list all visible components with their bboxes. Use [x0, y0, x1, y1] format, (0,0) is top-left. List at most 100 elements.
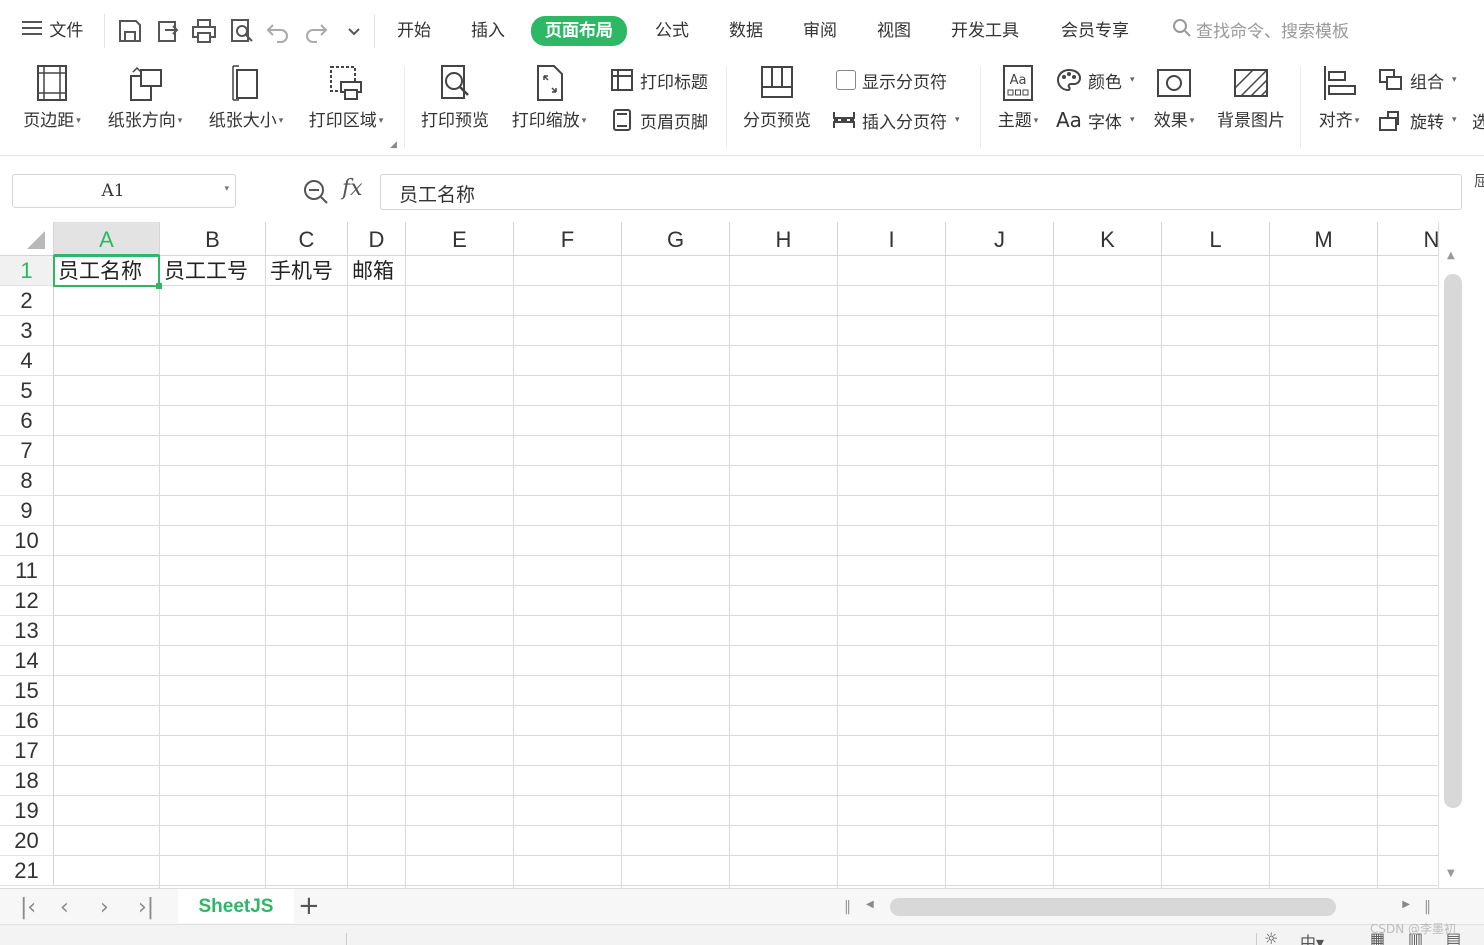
tab-formulas[interactable]: 公式	[655, 18, 689, 44]
paper-size-button[interactable]: 纸张大小 ▾	[202, 64, 290, 131]
insert-page-break-button[interactable]: 插入分页符 ▾	[832, 106, 960, 134]
header-footer-button[interactable]: 页眉页脚	[610, 106, 708, 134]
tab-view[interactable]: 视图	[877, 18, 911, 44]
file-menu-button[interactable]: 文件	[22, 18, 83, 44]
column-header-m[interactable]: M	[1270, 222, 1378, 256]
rotate-button[interactable]: 旋转 ▾	[1378, 106, 1457, 134]
next-sheet-icon[interactable]: ›	[100, 895, 109, 920]
save-icon[interactable]	[116, 17, 144, 45]
row-header-15[interactable]: 15	[0, 676, 54, 706]
row-header-14[interactable]: 14	[0, 646, 54, 676]
row-header-7[interactable]: 7	[0, 436, 54, 466]
undo-icon[interactable]	[264, 17, 292, 45]
split-handle-icon[interactable]: ‖	[1424, 899, 1431, 915]
row-header-8[interactable]: 8	[0, 466, 54, 496]
redo-icon[interactable]	[302, 17, 330, 45]
scroll-down-icon[interactable]: ▼	[1447, 868, 1455, 879]
split-handle-icon[interactable]: ‖	[844, 899, 851, 915]
print-preview-button[interactable]: 打印预览	[418, 64, 492, 131]
print-preview-icon[interactable]	[228, 17, 256, 45]
vertical-scrollbar[interactable]: ▲ ▼	[1438, 222, 1466, 888]
fill-handle[interactable]	[156, 283, 162, 289]
cell-b1[interactable]: 员工工号	[160, 256, 266, 286]
zoom-icon[interactable]	[302, 178, 330, 206]
quick-access-dropdown-icon[interactable]	[340, 17, 368, 45]
show-page-breaks-checkbox[interactable]: 显示分页符	[836, 66, 947, 94]
selection-pane-button-partial[interactable]: 选	[1472, 106, 1484, 134]
column-header-n[interactable]: N	[1378, 222, 1438, 256]
side-panel-tab-partial[interactable]: 屈	[1474, 170, 1484, 191]
column-header-d[interactable]: D	[348, 222, 406, 256]
tab-review[interactable]: 审阅	[803, 18, 837, 44]
row-header-16[interactable]: 16	[0, 706, 54, 736]
tab-developer[interactable]: 开发工具	[951, 18, 1019, 44]
row-header-13[interactable]: 13	[0, 616, 54, 646]
export-icon[interactable]	[154, 17, 182, 45]
page-setup-launcher-icon[interactable]: ◢	[390, 140, 397, 150]
horizontal-scroll-thumb[interactable]	[890, 898, 1336, 916]
theme-button[interactable]: Aa 主题 ▾	[990, 64, 1046, 131]
scroll-right-icon[interactable]: ▶	[1402, 899, 1410, 910]
column-header-k[interactable]: K	[1054, 222, 1162, 256]
row-header-5[interactable]: 5	[0, 376, 54, 406]
column-header-a[interactable]: A	[54, 222, 160, 256]
row-header-3[interactable]: 3	[0, 316, 54, 346]
print-scale-button[interactable]: 打印缩放 ▾	[505, 64, 593, 131]
row-header-12[interactable]: 12	[0, 586, 54, 616]
input-method-icon[interactable]: 中▾	[1300, 929, 1324, 945]
row-header-6[interactable]: 6	[0, 406, 54, 436]
colors-button[interactable]: 颜色 ▾	[1056, 66, 1135, 94]
row-header-20[interactable]: 20	[0, 826, 54, 856]
last-sheet-icon[interactable]: ›|	[138, 895, 154, 920]
tab-member[interactable]: 会员专享	[1061, 18, 1129, 44]
row-header-10[interactable]: 10	[0, 526, 54, 556]
row-header-18[interactable]: 18	[0, 766, 54, 796]
spreadsheet-grid[interactable]: A B C D E F G H I J K L M N 1 2 3 4 5 6 7 8 9 10 11 12 13 14 15 16 17 1…	[0, 222, 1438, 888]
print-area-button[interactable]: 打印区域 ▾	[302, 64, 390, 131]
row-header-4[interactable]: 4	[0, 346, 54, 376]
column-header-e[interactable]: E	[406, 222, 514, 256]
eye-protection-icon[interactable]: ☼	[1264, 929, 1278, 945]
name-box[interactable]: A1 ▾	[12, 174, 236, 208]
scroll-up-icon[interactable]: ▲	[1447, 250, 1455, 261]
column-header-h[interactable]: H	[730, 222, 838, 256]
column-header-b[interactable]: B	[160, 222, 266, 256]
column-header-l[interactable]: L	[1162, 222, 1270, 256]
vertical-scroll-thumb[interactable]	[1444, 274, 1462, 808]
fonts-button[interactable]: Aa 字体 ▾	[1056, 106, 1134, 134]
column-header-i[interactable]: I	[838, 222, 946, 256]
row-header-17[interactable]: 17	[0, 736, 54, 766]
column-header-f[interactable]: F	[514, 222, 622, 256]
row-header-9[interactable]: 9	[0, 496, 54, 526]
cell-c1[interactable]: 手机号	[266, 256, 348, 286]
tab-home[interactable]: 开始	[397, 18, 431, 44]
align-button[interactable]: 对齐 ▾	[1312, 64, 1366, 131]
orientation-button[interactable]: 纸张方向 ▾	[100, 64, 190, 131]
column-header-g[interactable]: G	[622, 222, 730, 256]
select-all-corner[interactable]	[0, 222, 54, 256]
tab-page-layout[interactable]: 页面布局	[531, 16, 627, 46]
row-header-2[interactable]: 2	[0, 286, 54, 316]
row-header-21[interactable]: 21	[0, 856, 54, 886]
row-header-1[interactable]: 1	[0, 256, 54, 286]
effects-button[interactable]: 效果 ▾	[1148, 64, 1200, 131]
command-search[interactable]: 查找命令、搜索模板	[1172, 18, 1349, 44]
column-header-j[interactable]: J	[946, 222, 1054, 256]
sheet-tab-sheetjs[interactable]: SheetJS	[178, 889, 294, 923]
tab-data[interactable]: 数据	[729, 18, 763, 44]
page-break-preview-button[interactable]: 分页预览	[740, 64, 814, 131]
column-header-c[interactable]: C	[266, 222, 348, 256]
insert-function-button[interactable]: fx	[342, 176, 363, 201]
print-icon[interactable]	[190, 17, 218, 45]
chevron-down-icon[interactable]: ▾	[224, 184, 229, 194]
formula-input[interactable]: 员工名称	[380, 174, 1462, 210]
add-sheet-button[interactable]: +	[298, 891, 320, 921]
prev-sheet-icon[interactable]: ‹	[60, 895, 69, 920]
first-sheet-icon[interactable]: |‹	[20, 895, 36, 920]
horizontal-scrollbar[interactable]: ◀ ▶	[862, 897, 1414, 917]
margins-button[interactable]: 页边距 ▾	[18, 64, 86, 131]
row-header-11[interactable]: 11	[0, 556, 54, 586]
group-button[interactable]: 组合 ▾	[1378, 66, 1457, 94]
row-header-19[interactable]: 19	[0, 796, 54, 826]
print-titles-button[interactable]: 打印标题	[610, 66, 708, 94]
